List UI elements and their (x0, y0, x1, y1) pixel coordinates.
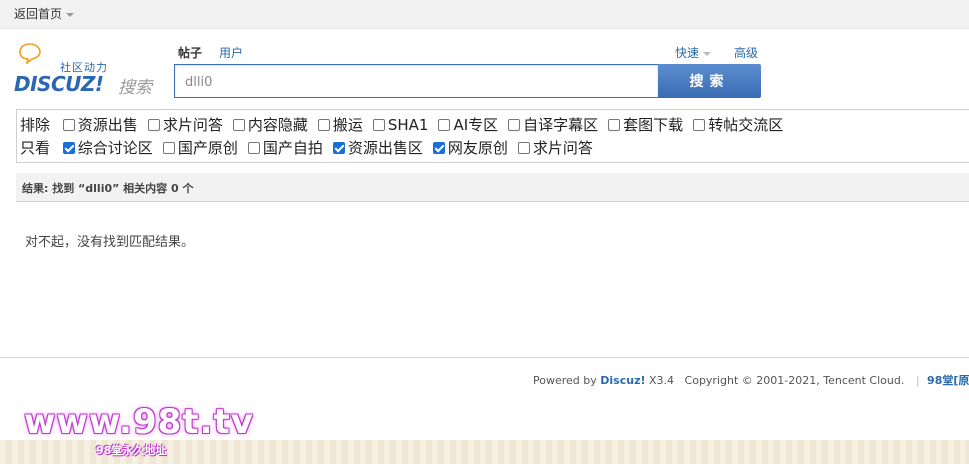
back-home-link[interactable]: 返回首页 (14, 5, 75, 22)
only-label: 只看 (20, 139, 51, 157)
only-option[interactable]: 综合讨论区 (62, 137, 153, 158)
logo-brand: DISCUZ! (14, 72, 104, 96)
version-text: X3.4 (649, 374, 675, 387)
exclude-option-label: AI专区 (453, 116, 499, 134)
discuz-logo[interactable]: 社区动力 DISCUZ! 搜索 (14, 42, 164, 98)
watermark-sub: 98堂永久地址 (96, 444, 167, 457)
only-option-label: 国产原创 (177, 139, 238, 157)
exclude-option[interactable]: 求片问答 (147, 114, 223, 135)
exclude-option-label: SHA1 (387, 116, 429, 134)
checkbox-checked[interactable] (432, 142, 445, 154)
discuz-link[interactable]: Discuz! (600, 374, 645, 387)
exclude-option-label: 资源出售 (77, 116, 138, 134)
watermark-logo: www.98t.tv 98堂永久地址 (20, 400, 253, 460)
checkbox-unchecked[interactable] (693, 119, 706, 131)
search-input[interactable] (183, 71, 647, 93)
checkbox-unchecked[interactable] (438, 119, 451, 131)
exclude-option-label: 转帖交流区 (708, 116, 784, 134)
tab-users[interactable]: 用户 (219, 44, 243, 61)
only-option-label: 国产自拍 (262, 139, 323, 157)
checkbox-unchecked[interactable] (608, 119, 621, 131)
only-option-label: 综合讨论区 (77, 139, 153, 157)
footer-divider (0, 357, 969, 358)
watermark-main: www.98t.tv (24, 402, 254, 442)
quick-search-dropdown[interactable]: 快速 (675, 44, 712, 61)
exclude-option[interactable]: SHA1 (372, 116, 429, 134)
checkbox-checked[interactable] (62, 142, 75, 154)
checkbox-unchecked[interactable] (62, 119, 75, 131)
exclude-row: 排除 资源出售 求片问答 内容隐藏 搬运 SHA1 AI专区 自译字幕区 套图下载 转帖交流区 (20, 114, 793, 136)
chevron-down-icon (66, 12, 75, 17)
checkbox-unchecked[interactable] (247, 142, 260, 154)
exclude-option-label: 求片问答 (162, 116, 223, 134)
exclude-option-label: 搬运 (332, 116, 363, 134)
speech-bubble-icon (19, 43, 41, 64)
site-link[interactable]: 98堂[原色 (927, 374, 969, 387)
only-option-label: 求片问答 (532, 139, 593, 157)
empty-result-message: 对不起，没有找到匹配结果。 (25, 235, 195, 250)
exclude-option-label: 套图下载 (623, 116, 684, 134)
exclude-option-label: 自译字幕区 (523, 116, 599, 134)
checkbox-unchecked[interactable] (372, 119, 385, 131)
checkbox-unchecked[interactable] (147, 119, 160, 131)
only-option[interactable]: 资源出售区 (332, 137, 423, 158)
top-nav-bar: 返回首页 (0, 0, 969, 29)
checkbox-unchecked[interactable] (517, 142, 530, 154)
back-home-label: 返回首页 (14, 7, 63, 21)
exclude-option[interactable]: 转帖交流区 (693, 114, 783, 135)
tab-posts[interactable]: 帖子 (178, 44, 202, 61)
quick-label: 快速 (675, 46, 700, 60)
only-option[interactable]: 国产自拍 (247, 137, 323, 158)
powered-by-text: Powered by (533, 374, 597, 387)
checkbox-unchecked[interactable] (317, 119, 330, 131)
logo-search-text: 搜索 (118, 78, 152, 98)
exclude-option[interactable]: 资源出售 (62, 114, 138, 135)
footer-separator: | (915, 374, 920, 387)
checkbox-unchecked[interactable] (232, 119, 245, 131)
exclude-option[interactable]: 搬运 (317, 114, 363, 135)
result-summary: 结果: 找到 “dlli0” 相关内容 0 个 (22, 182, 194, 195)
search-box (174, 64, 658, 98)
only-row: 只看 综合讨论区 国产原创 国产自拍 资源出售区 网友原创 求片问答 (20, 137, 603, 159)
checkbox-unchecked[interactable] (508, 119, 521, 131)
forum-filter-panel: 排除 资源出售 求片问答 内容隐藏 搬运 SHA1 AI专区 自译字幕区 套图下载 转帖交流区 … (16, 109, 969, 163)
exclude-option[interactable]: 套图下载 (608, 114, 683, 135)
only-option[interactable]: 国产原创 (162, 137, 238, 158)
chevron-down-icon (703, 51, 712, 56)
only-option-label: 网友原创 (447, 139, 508, 157)
exclude-option-label: 内容隐藏 (247, 116, 308, 134)
footer: Powered by Discuz! X3.4 Copyright © 2001… (533, 372, 969, 388)
exclude-option[interactable]: AI专区 (438, 114, 498, 135)
exclude-option[interactable]: 自译字幕区 (508, 114, 598, 135)
result-summary-bar: 结果: 找到 “dlli0” 相关内容 0 个 (16, 173, 969, 202)
only-option-label: 资源出售区 (347, 139, 423, 157)
search-button[interactable]: 搜索 (658, 64, 761, 98)
exclude-option[interactable]: 内容隐藏 (232, 114, 308, 135)
exclude-label: 排除 (20, 116, 51, 134)
only-option[interactable]: 求片问答 (517, 137, 593, 158)
only-option[interactable]: 网友原创 (432, 137, 508, 158)
advanced-search-link[interactable]: 高级 (734, 44, 758, 61)
checkbox-unchecked[interactable] (162, 142, 175, 154)
checkbox-checked[interactable] (332, 142, 345, 154)
copyright-text: Copyright © 2001-2021, Tencent Cloud. (684, 374, 905, 387)
